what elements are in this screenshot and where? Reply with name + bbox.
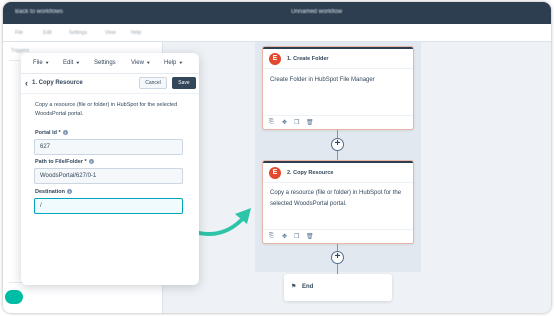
menu-file[interactable]: File ▼ (33, 60, 50, 66)
workflow-action-card[interactable]: E 1. Create Folder Create Folder in HubS… (262, 46, 414, 130)
destination-label: Destination i (35, 189, 72, 195)
workflow-end-node: ⚑ End (284, 274, 392, 301)
menu-edit[interactable]: Edit ▼ (63, 60, 80, 66)
cancel-button[interactable]: Cancel (139, 77, 167, 89)
move-icon[interactable]: ✥ (282, 119, 287, 126)
card-header: E 2. Copy Resource (263, 161, 413, 183)
card-title: 1. Create Folder (287, 56, 329, 62)
top-navigation-bar: Back to workflows Unnamed workflow (3, 2, 551, 24)
chevron-left-icon[interactable]: ‹ (25, 78, 28, 88)
panel-menubar: File ▼ Edit ▼ Settings View ▼ Help ▼ (21, 53, 199, 74)
chevron-down-icon: ▼ (178, 60, 184, 66)
bg-menu-view[interactable]: View (105, 30, 116, 36)
panel-header: ‹ 1. Copy Resource Cancel Save (21, 74, 199, 94)
menu-edit-label: Edit (63, 60, 74, 66)
destination-field[interactable]: / (34, 198, 183, 214)
chevron-down-icon: ▼ (44, 60, 50, 66)
path-label: Path to File/Folder * i (35, 159, 94, 165)
copy-icon[interactable]: ⎘ (269, 119, 274, 126)
portal-id-label: Portal Id * i (35, 130, 68, 136)
info-icon[interactable]: i (62, 130, 68, 136)
copy-icon[interactable]: ⎘ (269, 233, 274, 240)
info-icon[interactable]: i (66, 189, 72, 195)
clone-icon[interactable]: ❐ (294, 119, 299, 126)
clone-icon[interactable]: ❐ (294, 233, 299, 240)
delete-icon[interactable]: 🗑 (306, 233, 314, 240)
woodsportal-logo-icon: E (269, 167, 281, 179)
menu-settings-label: Settings (94, 60, 116, 66)
action-description: Copy a resource (file or folder) in HubS… (35, 102, 178, 117)
card-toolbar: ⎘ ✥ ❐ 🗑 (263, 229, 413, 243)
menu-settings[interactable]: Settings (94, 60, 116, 66)
woodsportal-logo-icon: E (269, 53, 281, 65)
action-editor-panel: File ▼ Edit ▼ Settings View ▼ Help ▼ ‹ 1. Co… (21, 53, 199, 285)
info-icon[interactable]: i (88, 159, 94, 165)
chevron-down-icon: ▼ (75, 60, 81, 66)
destination-label-text: Destination (35, 189, 65, 195)
workflow-action-card[interactable]: E 2. Copy Resource Copy a resource (file… (262, 160, 414, 244)
save-button[interactable]: Save (172, 77, 196, 89)
bg-menu-file[interactable]: File (15, 30, 23, 36)
card-header: E 1. Create Folder (263, 47, 413, 69)
menu-help-label: Help (164, 60, 177, 66)
bg-menu-edit[interactable]: Edit (43, 30, 52, 36)
add-action-button[interactable]: + (331, 251, 344, 264)
add-action-button[interactable]: + (331, 138, 344, 151)
menu-help[interactable]: Help ▼ (164, 60, 183, 66)
end-label: End (302, 284, 314, 290)
chevron-down-icon: ▼ (145, 60, 151, 66)
help-widget-button[interactable] (5, 290, 23, 304)
back-to-workflows-link[interactable]: Back to workflows (15, 9, 63, 15)
delete-icon[interactable]: 🗑 (306, 119, 314, 126)
portal-id-label-text: Portal Id * (35, 130, 61, 136)
card-title: 2. Copy Resource (287, 170, 334, 176)
menu-view[interactable]: View ▼ (131, 60, 151, 66)
panel-title: 1. Copy Resource (32, 80, 83, 86)
app-window: Back to workflows Unnamed workflow File … (3, 2, 551, 313)
background-menubar: File Edit Settings View Help (3, 24, 551, 42)
move-icon[interactable]: ✥ (282, 233, 287, 240)
flag-icon: ⚑ (291, 284, 297, 290)
path-label-text: Path to File/Folder * (35, 159, 87, 165)
menu-file-label: File (33, 60, 43, 66)
menu-view-label: View (131, 60, 144, 66)
card-description: Create Folder in HubSpot File Manager (270, 77, 375, 83)
card-toolbar: ⎘ ✥ ❐ 🗑 (263, 115, 413, 129)
workflow-title[interactable]: Unnamed workflow (291, 9, 342, 15)
card-description: Copy a resource (file or folder) in HubS… (270, 190, 402, 207)
bg-menu-help[interactable]: Help (131, 30, 141, 36)
path-field[interactable]: WoodsPortal/627/0-1 (34, 168, 183, 184)
portal-id-field[interactable]: 627 (34, 139, 183, 155)
bg-menu-settings[interactable]: Settings (69, 30, 87, 36)
